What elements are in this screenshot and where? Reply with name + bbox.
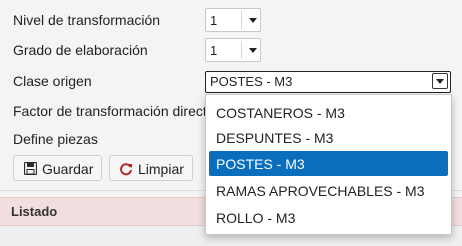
- select-separator: [241, 41, 242, 59]
- grado-value: 1: [210, 43, 218, 58]
- dropdown-option[interactable]: DESPUNTES - M3: [206, 125, 451, 150]
- guardar-label: Guardar: [42, 161, 94, 177]
- limpiar-label: Limpiar: [138, 161, 184, 177]
- refresh-icon: [119, 162, 133, 179]
- dropdown-option-label: ROLLO - M3: [216, 210, 296, 226]
- chevron-down-icon: [249, 48, 257, 53]
- dropdown-option-label: DESPUNTES - M3: [216, 130, 334, 146]
- clase-dropdown-list: COSTANEROS - M3 DESPUNTES - M3 POSTES - …: [205, 94, 452, 235]
- clase-dropdown-button[interactable]: [432, 73, 448, 89]
- dropdown-option-label: RAMAS APROVECHABLES - M3: [216, 183, 425, 199]
- guardar-button[interactable]: Guardar: [13, 155, 102, 181]
- chevron-down-icon: [249, 18, 257, 23]
- piezas-label: Define piezas: [13, 131, 98, 147]
- save-icon: [23, 161, 38, 178]
- clase-select[interactable]: POSTES - M3: [205, 71, 451, 93]
- clase-label: Clase origen: [13, 73, 92, 89]
- listado-title: Listado: [11, 204, 58, 219]
- dropdown-option-label: COSTANEROS - M3: [216, 105, 345, 121]
- dropdown-option-selected[interactable]: POSTES - M3: [209, 151, 448, 176]
- grado-select[interactable]: 1: [205, 38, 261, 62]
- dropdown-option-label: POSTES - M3: [216, 156, 305, 172]
- nivel-value: 1: [210, 13, 218, 28]
- dropdown-option[interactable]: COSTANEROS - M3: [206, 100, 451, 125]
- limpiar-button[interactable]: Limpiar: [109, 155, 193, 181]
- dropdown-option[interactable]: RAMAS APROVECHABLES - M3: [206, 178, 451, 203]
- factor-label: Factor de transformación directa: [13, 103, 215, 119]
- chevron-down-icon: [436, 79, 444, 84]
- dropdown-option[interactable]: ROLLO - M3: [206, 205, 451, 230]
- select-separator: [241, 11, 242, 29]
- nivel-label: Nivel de transformación: [13, 12, 161, 28]
- nivel-select[interactable]: 1: [205, 8, 261, 32]
- grado-label: Grado de elaboración: [13, 42, 148, 58]
- clase-value: POSTES - M3: [210, 74, 293, 89]
